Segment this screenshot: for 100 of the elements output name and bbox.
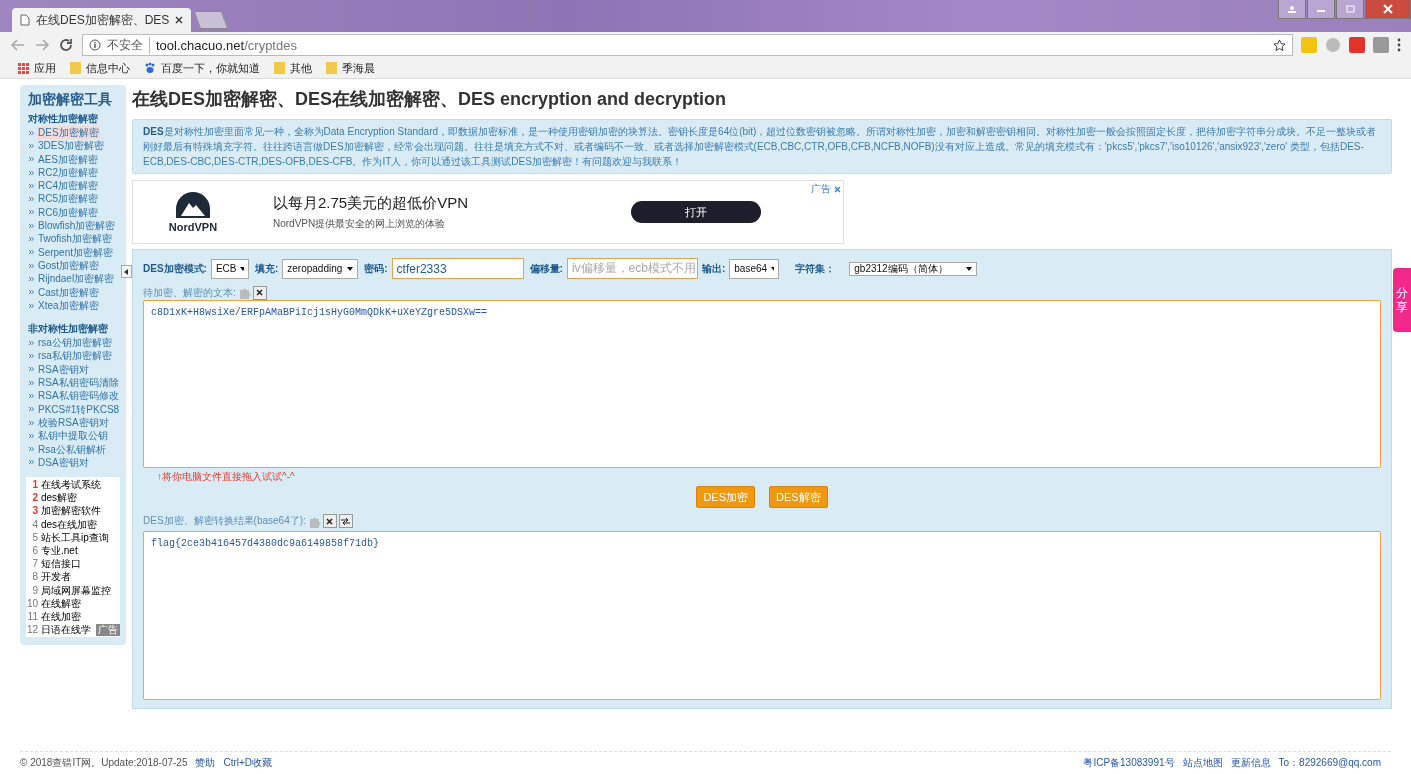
ad-link[interactable]: des解密 [41,491,78,505]
sidebar-title: 加密解密工具 [28,91,113,109]
input-textarea[interactable]: c8D1xK+H8wsiXe/ERFpAMaBPiIcj1sHyG0MmQDkK+uXeYZgre5DSXw== [143,299,1381,469]
clear-button[interactable] [322,514,337,529]
bookmark[interactable]: 信息中心 [70,60,130,76]
rank-number: 3 [31,504,38,518]
bookmark[interactable]: 应用 [18,60,56,76]
sidebar-link[interactable]: RSA密钥对 [37,362,90,377]
mode-select[interactable]: ECB [210,258,249,279]
sidebar-link[interactable]: DSA密钥对 [37,455,90,470]
swap-button[interactable] [338,514,353,529]
sidebar-link[interactable]: AES加密解密 [37,152,99,166]
triangle-icon [124,268,129,275]
sidebar-link[interactable]: PKCS#1转PKCS8 [37,402,121,416]
chevron-icon [29,210,34,215]
rank-number: 8 [31,570,38,584]
close-button[interactable] [1365,0,1411,19]
ad-link[interactable]: 在线加密 [41,609,81,624]
apps-icon [18,62,29,74]
chevron-icon [29,276,34,281]
ad-link[interactable]: 短信接口 [41,557,81,571]
ad-link[interactable]: 局域网屏幕监控 [41,583,111,597]
sidebar-link[interactable]: 3DES加密解密 [37,139,106,153]
chevron-icon [29,407,34,412]
share-button[interactable]: 分享 [1393,268,1411,332]
key-input[interactable]: ctfer2333 [391,258,524,280]
bookmark[interactable]: 季海晨 [326,60,375,76]
chevron-icon [29,250,34,255]
sidebar-link[interactable]: Cast加密解密 [37,285,100,299]
contact-text: To：8292669@qq.com [1278,756,1381,770]
ad-link[interactable]: 加密解密软件 [41,504,101,518]
sidebar-link[interactable]: Twofish加密解密 [37,232,113,246]
ad-link[interactable]: des在线加密 [41,517,98,531]
sidebar-link[interactable]: Serpent加密解密 [37,245,115,259]
padding-select[interactable]: zeropadding [282,258,359,279]
chevron-icon [29,263,34,268]
rank-number: 12 [26,623,38,637]
ad-link[interactable]: 站长工具ip查询 [41,530,109,544]
ad-link[interactable]: 在线考试系统 [41,478,101,492]
charset-select[interactable]: gb2312编码（简体） [849,261,978,276]
bookmark[interactable]: 百度一下，你就知道 [144,60,260,76]
ad-link[interactable]: 日语在线学 [41,623,91,637]
sidebar-link[interactable]: RC5加密解密 [37,192,99,206]
rank-number: 11 [26,609,38,624]
menu-icon[interactable] [1397,38,1401,52]
sidebar-link[interactable]: Rijndael加密解密 [37,272,116,286]
sidebar-link[interactable]: RC2加密解密 [37,165,99,180]
user-button[interactable] [1278,0,1306,19]
sidebar-link[interactable]: rsa公钥加密解密 [37,336,113,350]
sidebar-link[interactable]: RSA私钥密码清除 [37,376,120,390]
info-icon [89,39,101,51]
close-icon[interactable] [175,16,184,24]
folder-icon [70,62,81,74]
ad-subline: NordVPN提供最安全的网上浏览的体验 [273,216,447,231]
sidebar-link[interactable]: Gost加密解密 [37,258,101,273]
chevron-icon [29,170,34,175]
sidebar-link[interactable]: RSA私钥密码修改 [37,389,120,403]
ad-link[interactable]: 开发者 [41,570,71,584]
sidebar-link[interactable]: DES加密解密 [37,126,100,140]
footer-link[interactable]: Ctrl+D收藏 [223,756,273,770]
drop-hint: ↑将你电脑文件直接拖入试试^-^ [157,470,296,485]
clear-button[interactable] [252,285,267,300]
sidebar-link[interactable]: RC6加密解密 [37,205,99,220]
star-icon[interactable] [1273,38,1286,52]
chevron-icon [29,420,34,425]
collapse-button[interactable] [121,265,132,278]
output-select[interactable]: base64 [729,258,780,279]
reload-icon[interactable] [58,37,74,53]
rank-number: 5 [31,530,38,544]
icp-text: 粤ICP备13083991号 [1083,756,1175,770]
close-icon [256,289,264,297]
sidebar-link[interactable]: 校验RSA密钥对 [37,415,110,430]
ad-link[interactable]: 专业.net [41,543,78,558]
folder-icon [274,62,285,74]
sidebar-link[interactable]: Rsa公私钥解析 [37,442,107,456]
open-button[interactable]: 打开 [631,201,761,223]
sidebar-link[interactable]: Xtea加密解密 [37,298,100,313]
swap-icon [341,517,351,525]
browser-tab[interactable]: 在线DES加密解密、DES [12,8,192,32]
maximize-button[interactable] [1336,0,1364,19]
result-textarea[interactable]: flag{2ce3b416457d4380dc9a6149858f71db} [143,531,1381,700]
sidebar-link[interactable]: Blowfish加密解密 [37,219,117,233]
maximize-icon [1345,5,1355,13]
chevron-icon [29,197,34,202]
sidebar-link[interactable]: RC4加密解密 [37,179,99,193]
bookmark[interactable]: 其他 [274,60,312,76]
minimize-button[interactable] [1307,0,1335,19]
chevron-icon [29,354,34,359]
sidebar-link[interactable]: rsa私钥加密解密 [37,349,113,363]
sidebar-link[interactable]: 私钥中提取公钥 [37,429,109,443]
copyright-text: © 2018查错IT网。Update:2018-07-25 [20,756,188,770]
tab-title: 在线DES加密解密、DES [36,11,170,29]
footer-link[interactable]: 赞助 [195,756,216,770]
mountain-icon [176,191,210,218]
footer-link[interactable]: 更新信息 [1230,756,1271,770]
ad-link[interactable]: 在线解密 [41,596,81,610]
address-bar[interactable]: 不安全 tool.chacuo.net/cryptdes [82,34,1293,56]
brand-name: NordVPN [168,220,218,233]
footer-link[interactable]: 站点地图 [1182,756,1223,770]
page-title: 在线DES加密解密、DES在线加密解密、DES encryption and decryption [132,88,728,111]
